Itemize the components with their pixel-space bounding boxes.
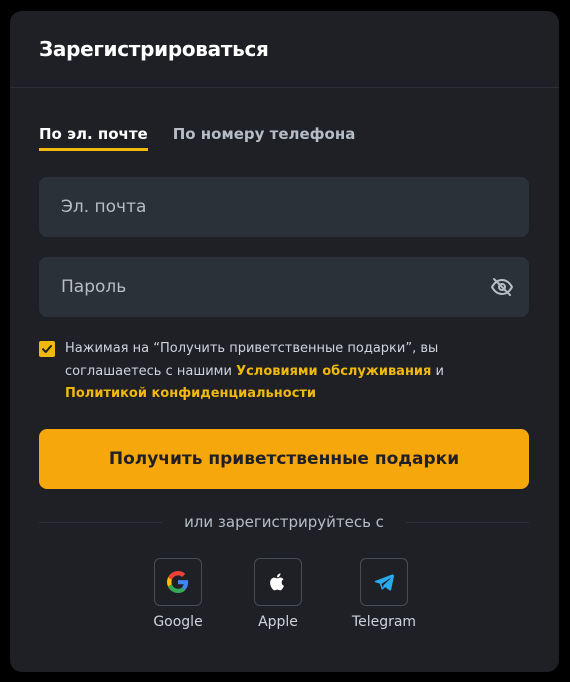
password-field-container	[39, 257, 529, 317]
check-icon	[42, 345, 52, 353]
apple-icon	[270, 573, 284, 591]
tab-phone[interactable]: По номеру телефона	[173, 125, 356, 151]
email-field[interactable]	[59, 196, 515, 218]
divider-line-right	[405, 521, 529, 523]
consent-text: Нажимая на “Получить приветственные пода…	[65, 338, 529, 406]
telegram-icon	[374, 574, 395, 591]
social-apple: Apple	[238, 558, 318, 630]
terms-consent: Нажимая на “Получить приветственные пода…	[39, 338, 529, 406]
page-title: Зарегистрироваться	[39, 37, 269, 61]
password-field[interactable]	[59, 276, 489, 298]
telegram-label: Telegram	[351, 614, 417, 630]
consent-text-and: и	[431, 363, 444, 379]
privacy-policy-link[interactable]: Политикой конфиденциальности	[65, 386, 316, 401]
terms-checkbox[interactable]	[39, 341, 55, 357]
email-field-container	[39, 177, 529, 237]
telegram-signup-button[interactable]	[360, 558, 408, 606]
google-label: Google	[153, 614, 203, 630]
social-telegram: Telegram	[344, 558, 424, 630]
google-icon	[167, 571, 189, 593]
divider-text: или зарегистрируйтесь с	[184, 513, 384, 531]
eye-off-icon[interactable]	[489, 274, 515, 300]
divider-line-left	[39, 521, 163, 523]
card-header: Зарегистрироваться	[10, 11, 559, 88]
signup-card: Зарегистрироваться По эл. почте По номер…	[10, 11, 559, 672]
signup-method-tabs: По эл. почте По номеру телефона	[39, 125, 380, 151]
social-divider: или зарегистрируйтесь с	[39, 513, 529, 531]
tab-email[interactable]: По эл. почте	[39, 125, 148, 151]
social-google: Google	[138, 558, 218, 630]
apple-signup-button[interactable]	[254, 558, 302, 606]
get-welcome-gifts-button[interactable]: Получить приветственные подарки	[39, 429, 529, 489]
google-signup-button[interactable]	[154, 558, 202, 606]
terms-of-service-link[interactable]: Условиями обслуживания	[236, 364, 431, 379]
apple-label: Apple	[258, 614, 298, 630]
